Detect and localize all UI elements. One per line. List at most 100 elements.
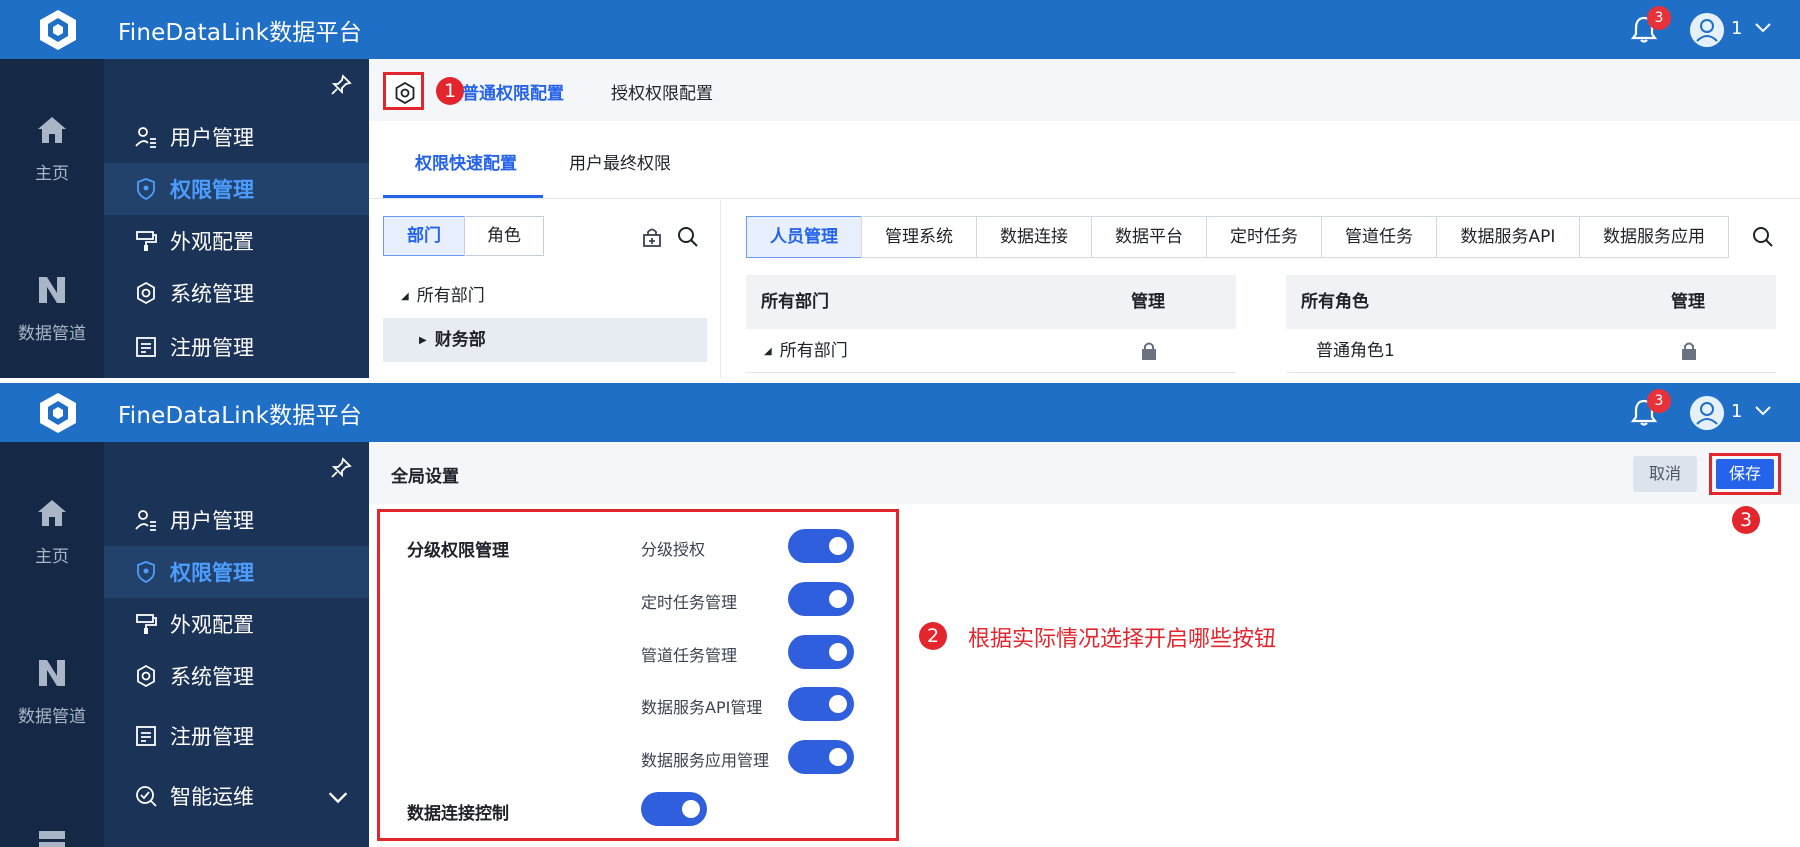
- sidebar-item-appearance[interactable]: 外观配置: [104, 598, 369, 650]
- sidebar-item-label: 注册管理: [170, 336, 254, 360]
- user-list-icon: [135, 510, 156, 531]
- pin-icon[interactable]: [329, 73, 353, 97]
- gear-icon: [137, 281, 155, 305]
- tab-normal-permission[interactable]: 普通权限配置: [462, 79, 564, 104]
- option-label: 分级授权: [641, 540, 706, 559]
- expand-triangle-icon: ▶: [419, 335, 427, 346]
- rail-item-home[interactable]: 主页: [0, 496, 104, 567]
- shield-icon: [137, 561, 155, 584]
- module-tab-pipeline-task[interactable]: 管道任务: [1321, 216, 1437, 258]
- toggle-scheduled-task-mgmt[interactable]: [788, 582, 854, 616]
- settings-button[interactable]: [383, 72, 424, 110]
- module-tab-data-service-api[interactable]: 数据服务API: [1436, 216, 1580, 258]
- grid-row-label: 普通角色1: [1316, 341, 1395, 361]
- tree-node-all-departments[interactable]: ◢ 所有部门: [383, 274, 707, 318]
- rail-item-label: 数据管道: [18, 324, 86, 344]
- module-tab-scheduled-task[interactable]: 定时任务: [1206, 216, 1322, 258]
- sidebar-item-label: 系统管理: [170, 665, 254, 689]
- top-bar: FineDataLink数据平台 3 1: [0, 383, 1800, 442]
- avatar-icon[interactable]: [1690, 13, 1724, 47]
- sidebar-item-register[interactable]: 注册管理: [104, 710, 369, 762]
- shield-icon: [137, 178, 155, 201]
- annotation-marker-1: 1: [436, 77, 464, 105]
- chevron-down-icon[interactable]: [1753, 20, 1773, 36]
- user-name[interactable]: 1: [1731, 401, 1742, 422]
- gear-icon: [137, 664, 155, 688]
- module-tab-user-mgmt[interactable]: 人员管理: [746, 216, 862, 258]
- toggle-data-service-app-mgmt[interactable]: [788, 740, 854, 774]
- search-icon[interactable]: [1751, 225, 1775, 249]
- tab-final-permission[interactable]: 用户最终权限: [569, 149, 671, 174]
- tab-grant-permission[interactable]: 授权权限配置: [611, 79, 713, 104]
- paint-icon: [136, 231, 157, 251]
- user-name[interactable]: 1: [1731, 18, 1742, 39]
- toggle-hierarchical-grant[interactable]: [788, 529, 854, 563]
- toggle-data-connection-control[interactable]: [641, 792, 707, 826]
- segment-role[interactable]: 角色: [464, 216, 544, 256]
- rail-item-pipeline[interactable]: 数据管道: [0, 273, 104, 344]
- top-bar: FineDataLink数据平台 3 1: [0, 0, 1800, 59]
- screenshot-panel-1: FineDataLink数据平台 3 1 主页 数据管道 用户管理 权限管理 外…: [0, 0, 1800, 378]
- sidebar-item-appearance[interactable]: 外观配置: [104, 215, 369, 267]
- logo-icon: [40, 10, 76, 50]
- cancel-button[interactable]: 取消: [1633, 456, 1697, 492]
- sidebar-item-permissions[interactable]: 权限管理: [104, 546, 369, 598]
- sidebar-item-system[interactable]: 系统管理: [104, 267, 369, 319]
- option-label: 数据服务API管理: [641, 698, 763, 717]
- option-label: 数据服务应用管理: [641, 751, 770, 770]
- lock-icon[interactable]: [1680, 341, 1698, 361]
- annotation-marker-3: 3: [1732, 506, 1760, 534]
- sidebar-item-label: 权限管理: [170, 561, 254, 585]
- rail-item-pipeline[interactable]: 数据管道: [0, 656, 104, 727]
- section-label-hierarchical: 分级权限管理: [407, 541, 509, 561]
- pin-icon[interactable]: [329, 456, 353, 480]
- module-tab-data-connection[interactable]: 数据连接: [976, 216, 1092, 258]
- lock-add-icon[interactable]: [641, 226, 663, 248]
- ops-icon: [136, 786, 157, 807]
- tree-node-label: 所有部门: [416, 286, 485, 306]
- page-title: 全局设置: [391, 467, 459, 487]
- sidebar-item-system[interactable]: 系统管理: [104, 650, 369, 702]
- tab-quick-config[interactable]: 权限快速配置: [415, 149, 517, 174]
- sidebar-item-register[interactable]: 注册管理: [104, 321, 369, 373]
- sidebar: 用户管理 权限管理 外观配置 系统管理 注册管理: [104, 59, 369, 378]
- lock-icon[interactable]: [1140, 341, 1158, 361]
- sidebar-item-label: 用户管理: [170, 509, 254, 533]
- sidebar-item-label: 智能运维: [170, 785, 254, 809]
- user-list-icon: [135, 127, 156, 148]
- server-icon[interactable]: [35, 827, 69, 847]
- grid-header: 所有角色 管理: [1286, 275, 1776, 329]
- collapse-triangle-icon: ◢: [401, 291, 409, 302]
- chevron-down-icon[interactable]: [326, 786, 350, 810]
- toggle-data-service-api-mgmt[interactable]: [788, 687, 854, 721]
- save-button[interactable]: 保存: [1716, 459, 1774, 489]
- option-label: 管道任务管理: [641, 646, 738, 665]
- grid-header-name: 所有角色: [1301, 292, 1369, 312]
- module-tab-mgmt-system[interactable]: 管理系统: [861, 216, 977, 258]
- rail-item-home[interactable]: 主页: [0, 113, 104, 184]
- table-row: ◢ 所有部门: [746, 329, 1236, 373]
- sidebar-item-ops[interactable]: 智能运维: [104, 770, 369, 822]
- toggle-pipeline-task-mgmt[interactable]: [788, 635, 854, 669]
- notification-badge: 3: [1647, 389, 1671, 413]
- sidebar-item-permissions[interactable]: 权限管理: [104, 163, 369, 215]
- table-row: 普通角色1: [1286, 329, 1776, 373]
- pipeline-icon: [39, 660, 65, 686]
- sidebar-item-users[interactable]: 用户管理: [104, 111, 369, 163]
- tree-node-finance[interactable]: ▶ 财务部: [383, 318, 707, 362]
- sidebar-item-users[interactable]: 用户管理: [104, 494, 369, 546]
- grid-header: 所有部门 管理: [746, 275, 1236, 329]
- icon-rail: 主页 数据管道: [0, 59, 104, 378]
- logo-icon: [40, 393, 76, 433]
- module-tab-data-platform[interactable]: 数据平台: [1091, 216, 1207, 258]
- search-icon[interactable]: [676, 225, 700, 249]
- segment-department[interactable]: 部门: [383, 216, 465, 256]
- permission-tab-row: 1 普通权限配置 授权权限配置: [369, 59, 1800, 121]
- app-title: FineDataLink数据平台: [118, 403, 362, 429]
- main-content: 全局设置 取消 保存 3 分级权限管理 分级授权 定时任务管理 管道任务管理 数…: [369, 442, 1800, 847]
- rail-item-label: 主页: [35, 547, 69, 567]
- notification-badge: 3: [1647, 6, 1671, 30]
- avatar-icon[interactable]: [1690, 396, 1724, 430]
- module-tab-data-service-app[interactable]: 数据服务应用: [1579, 216, 1729, 258]
- chevron-down-icon[interactable]: [1753, 403, 1773, 419]
